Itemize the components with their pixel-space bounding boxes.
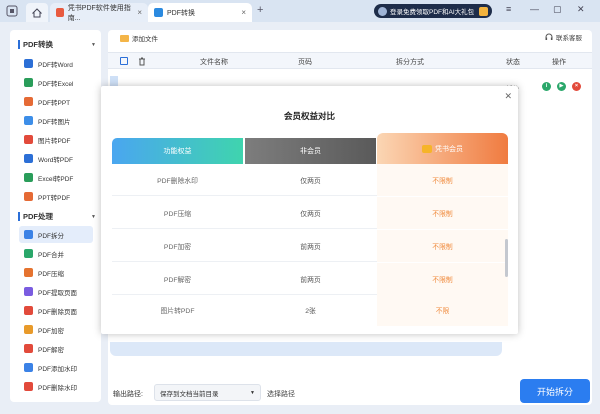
table-header: 文件名称 页码 拆分方式 状态 操作 bbox=[108, 52, 592, 69]
sidebar-item-pdf-remove-watermark[interactable]: PDF删除水印 bbox=[19, 378, 93, 395]
col-vip-member: 凭书会员 bbox=[377, 133, 508, 164]
col-file-name: 文件名称 bbox=[200, 59, 228, 66]
section-pdf-process[interactable]: PDF处理 ▼ bbox=[18, 211, 96, 222]
drop-area-edge bbox=[110, 342, 502, 356]
chevron-down-icon: ▼ bbox=[91, 41, 96, 48]
compress-icon bbox=[24, 268, 33, 277]
scrollbar[interactable] bbox=[505, 239, 508, 277]
lock-icon bbox=[24, 325, 33, 334]
minimize-icon[interactable]: — bbox=[530, 4, 539, 14]
remove-watermark-icon bbox=[24, 382, 33, 391]
col-page: 页码 bbox=[298, 59, 312, 66]
section-title: PDF处理 bbox=[23, 212, 53, 221]
gift-icon bbox=[479, 6, 488, 16]
col-status: 状态 bbox=[506, 59, 520, 66]
dialog-title: 会员权益对比 bbox=[283, 111, 335, 121]
tab-label: PDF转换 bbox=[167, 9, 195, 17]
close-window-icon[interactable]: ✕ bbox=[577, 4, 585, 15]
table-row: PDF删除水印 仅两页 不限制 bbox=[112, 164, 508, 196]
headset-icon bbox=[545, 33, 553, 40]
sidebar-item-ppt-to-pdf[interactable]: PPT转PDF bbox=[19, 188, 93, 205]
extract-icon bbox=[24, 287, 33, 296]
login-text: 登录免费领取PDF和AI大礼包 bbox=[390, 9, 475, 16]
avatar bbox=[378, 6, 387, 16]
menu-icon[interactable]: ≡ bbox=[506, 4, 511, 14]
sidebar-item-excel-to-pdf[interactable]: Excel转PDF bbox=[19, 169, 93, 186]
sidebar-item-pdf-to-ppt[interactable]: PDF转PPT bbox=[19, 93, 93, 110]
word-icon bbox=[24, 59, 33, 68]
app-menu-icon[interactable] bbox=[6, 5, 18, 17]
table-row: 图片转PDF 2张 不限 bbox=[112, 294, 508, 326]
sidebar-item-pdf-split[interactable]: PDF拆分 bbox=[19, 226, 93, 243]
home-tab[interactable] bbox=[26, 3, 48, 22]
col-action: 操作 bbox=[552, 59, 566, 66]
info-icon[interactable]: i bbox=[542, 82, 551, 91]
trash-icon[interactable] bbox=[138, 57, 146, 66]
folder-icon bbox=[120, 34, 129, 42]
merge-icon bbox=[24, 249, 33, 258]
output-path-select[interactable]: 保存到文档当前目录 ▼ bbox=[154, 384, 261, 401]
excel-icon bbox=[24, 78, 33, 87]
col-split-mode: 拆分方式 bbox=[396, 59, 424, 66]
maximize-icon[interactable]: ▢ bbox=[553, 4, 562, 15]
delete-icon[interactable]: × bbox=[572, 82, 581, 91]
sidebar-item-pdf-encrypt[interactable]: PDF加密 bbox=[19, 321, 93, 338]
tab-pdf-convert[interactable]: PDF转换 × bbox=[148, 3, 252, 22]
section-title: PDF转换 bbox=[23, 40, 53, 49]
close-icon[interactable]: ✕ bbox=[504, 91, 512, 102]
contact-support-button[interactable]: 联系客服 bbox=[545, 32, 582, 42]
word-pdf-icon bbox=[24, 154, 33, 163]
sidebar-item-pdf-to-image[interactable]: PDF转图片 bbox=[19, 112, 93, 129]
output-path-label: 输出路径: bbox=[113, 391, 143, 398]
convert-icon bbox=[154, 8, 163, 17]
crown-icon bbox=[422, 144, 432, 153]
choose-path-link[interactable]: 选择路径 bbox=[267, 389, 295, 399]
sidebar: PDF转换 ▼ PDF转Word PDF转Excel PDF转PPT PDF转图… bbox=[10, 30, 101, 402]
excel-pdf-icon bbox=[24, 173, 33, 182]
tab-guide[interactable]: 凭书PDF软件使用指南... × bbox=[50, 3, 148, 22]
watermark-icon bbox=[24, 363, 33, 372]
image-icon bbox=[24, 116, 33, 125]
table-row: PDF加密 前两页 不限制 bbox=[112, 230, 508, 262]
unlock-icon bbox=[24, 344, 33, 353]
member-benefits-dialog: ✕ 会员权益对比 功能权益 非会员 凭书会员 PDF删除水印 仅两页 不限制 P… bbox=[101, 86, 518, 334]
delete-pages-icon bbox=[24, 306, 33, 315]
new-tab-button[interactable]: + bbox=[257, 4, 263, 16]
sidebar-item-word-to-pdf[interactable]: Word转PDF bbox=[19, 150, 93, 167]
sidebar-item-pdf-merge[interactable]: PDF合并 bbox=[19, 245, 93, 262]
add-file-button[interactable]: 添加文件 bbox=[120, 32, 158, 44]
col-feature: 功能权益 bbox=[112, 138, 243, 164]
split-icon bbox=[24, 230, 33, 239]
select-all-checkbox[interactable] bbox=[120, 57, 128, 65]
table-row: PDF压缩 仅两页 不限制 bbox=[112, 197, 508, 229]
sidebar-item-pdf-decrypt[interactable]: PDF解密 bbox=[19, 340, 93, 357]
login-button[interactable]: 登录免费领取PDF和AI大礼包 bbox=[374, 4, 492, 18]
play-icon[interactable]: ▶ bbox=[557, 82, 566, 91]
sidebar-item-pdf-extract[interactable]: PDF提取页面 bbox=[19, 283, 93, 300]
ppt-icon bbox=[24, 97, 33, 106]
section-pdf-convert[interactable]: PDF转换 ▼ bbox=[18, 39, 96, 50]
chevron-down-icon: ▼ bbox=[250, 389, 255, 396]
start-split-button[interactable]: 开始拆分 bbox=[520, 379, 590, 403]
sidebar-item-pdf-compress[interactable]: PDF压缩 bbox=[19, 264, 93, 281]
table-row: PDF解密 前两页 不限制 bbox=[112, 263, 508, 295]
chevron-down-icon: ▼ bbox=[91, 213, 96, 220]
image-pdf-icon bbox=[24, 135, 33, 144]
sidebar-item-pdf-add-watermark[interactable]: PDF添加水印 bbox=[19, 359, 93, 376]
ppt-pdf-icon bbox=[24, 192, 33, 201]
close-tab-icon[interactable]: × bbox=[137, 8, 142, 17]
tab-label: 凭书PDF软件使用指南... bbox=[67, 4, 131, 22]
sidebar-item-pdf-to-word[interactable]: PDF转Word bbox=[19, 55, 93, 72]
close-tab-icon[interactable]: × bbox=[241, 8, 246, 17]
title-bar: 凭书PDF软件使用指南... × PDF转换 × + 登录免费领取PDF和AI大… bbox=[0, 0, 600, 22]
pdf-doc-icon bbox=[56, 8, 64, 17]
sidebar-item-image-to-pdf[interactable]: 图片转PDF bbox=[19, 131, 93, 148]
home-icon bbox=[32, 7, 42, 17]
col-non-member: 非会员 bbox=[245, 138, 376, 164]
sidebar-item-pdf-to-excel[interactable]: PDF转Excel bbox=[19, 74, 93, 91]
sidebar-item-pdf-delete-pages[interactable]: PDF删除页面 bbox=[19, 302, 93, 319]
